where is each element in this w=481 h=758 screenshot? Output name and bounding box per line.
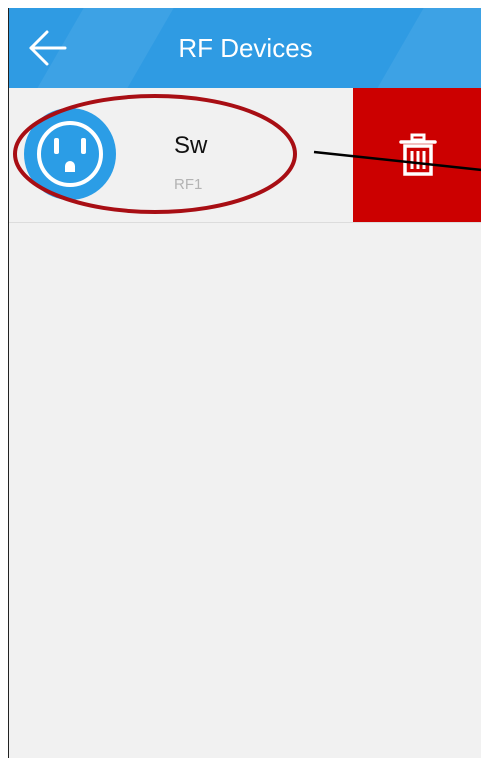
device-subtitle: RF1	[174, 176, 203, 193]
trash-icon	[399, 133, 437, 176]
power-outlet-icon	[37, 121, 103, 187]
delete-button[interactable]	[353, 88, 481, 222]
device-name: Sw	[174, 132, 208, 159]
device-icon	[24, 108, 116, 200]
list-item: Sw RF1	[9, 88, 481, 223]
device-item[interactable]: Sw RF1	[9, 88, 353, 222]
app-screen: RF Devices Sw RF1	[8, 8, 481, 758]
app-bar: RF Devices	[9, 8, 481, 88]
page-title: RF Devices	[178, 33, 313, 63]
